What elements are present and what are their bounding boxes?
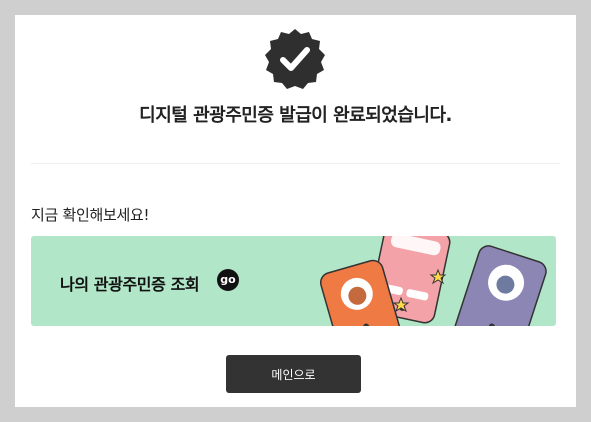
divider (31, 163, 560, 164)
completion-card: 디지털 관광주민증 발급이 완료되었습니다. 지금 확인해보세요! 나의 관광주… (15, 15, 576, 407)
my-resident-card-banner[interactable]: 나의 관광주민증 조회 go (31, 236, 556, 326)
main-button[interactable]: 메인으로 (226, 355, 361, 393)
resident-cards-illustration (319, 236, 547, 326)
banner-text: 나의 관광주민증 조회 (60, 275, 200, 294)
go-icon: go (217, 269, 239, 291)
verified-check-icon (265, 29, 325, 89)
check-now-label: 지금 확인해보세요! (31, 206, 150, 224)
completion-title: 디지털 관광주민증 발급이 완료되었습니다. (139, 105, 452, 126)
